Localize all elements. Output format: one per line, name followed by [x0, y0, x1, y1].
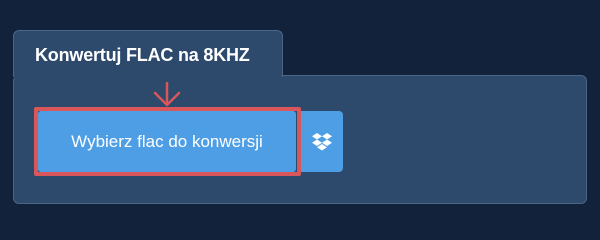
- converter-title: Konwertuj FLAC na 8KHZ: [35, 45, 250, 65]
- annotation-arrow-icon: [153, 82, 181, 107]
- choose-file-button[interactable]: Wybierz flac do konwersji: [38, 111, 296, 172]
- dropbox-button[interactable]: [300, 111, 343, 172]
- tab-seam: [14, 74, 282, 78]
- dropbox-icon: [311, 132, 332, 150]
